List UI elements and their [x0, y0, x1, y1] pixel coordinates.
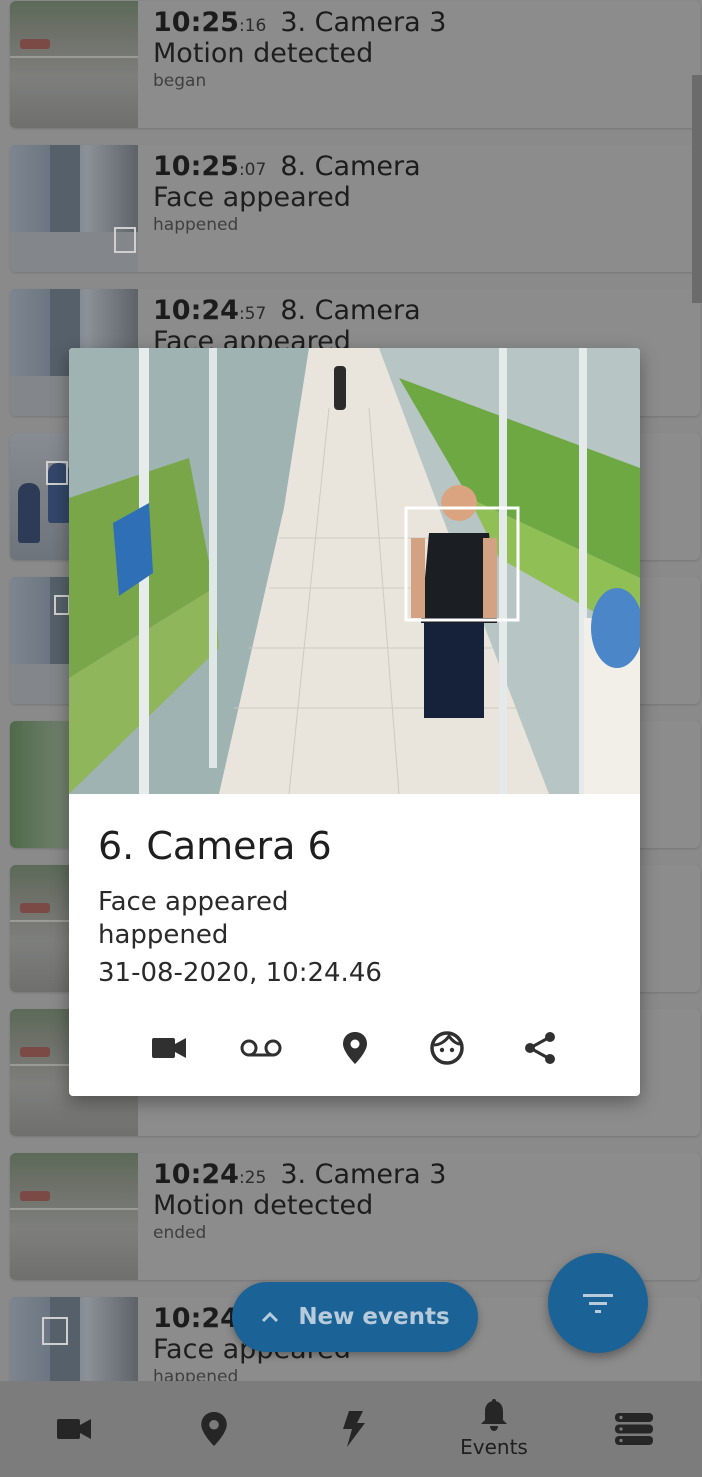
event-state: happened	[153, 215, 239, 235]
event-time: 10:24	[153, 295, 239, 326]
filter-icon	[583, 1294, 613, 1313]
location-pin-icon	[343, 1032, 367, 1064]
chevron-up-icon	[262, 1311, 279, 1323]
face-search-button[interactable]	[423, 1024, 471, 1072]
event-thumbnail	[10, 1153, 138, 1280]
event-time-seconds: :57	[238, 304, 267, 324]
lightning-icon	[343, 1411, 365, 1447]
event-camera: 8. Camera	[280, 151, 421, 182]
event-thumbnail	[10, 1297, 138, 1381]
event-type: Face appeared	[98, 887, 289, 917]
video-camera-icon	[152, 1038, 186, 1058]
voicemail-icon	[240, 1039, 282, 1057]
event-type: Face appeared	[153, 182, 351, 213]
event-type: Motion detected	[153, 1190, 374, 1221]
video-camera-icon	[57, 1419, 91, 1439]
event-time: 10:24	[153, 1303, 239, 1334]
nav-servers[interactable]	[564, 1381, 702, 1477]
event-camera: 3. Camera 3	[280, 7, 447, 38]
open-camera-button[interactable]	[145, 1024, 193, 1072]
open-archive-button[interactable]	[237, 1024, 285, 1072]
bottom-navigation: Events	[0, 1381, 702, 1477]
event-time-seconds: :07	[238, 160, 267, 180]
event-state: began	[153, 71, 207, 91]
share-button[interactable]	[516, 1024, 564, 1072]
face-box	[114, 227, 136, 253]
event-time: 10:24	[153, 1159, 239, 1190]
new-events-label: New events	[298, 1304, 450, 1330]
bell-icon	[481, 1399, 507, 1431]
event-snapshot[interactable]	[69, 348, 640, 794]
nav-map[interactable]	[144, 1381, 284, 1477]
event-card[interactable]: 10:25:07 8. Camera Face appeared happened	[10, 145, 700, 272]
share-icon	[525, 1032, 555, 1064]
event-camera: 8. Camera	[280, 295, 421, 326]
location-pin-icon	[201, 1412, 227, 1446]
server-icon	[615, 1413, 653, 1445]
face-icon	[430, 1031, 464, 1065]
event-state: happened	[153, 1367, 239, 1381]
corridor-snapshot-image	[69, 348, 640, 794]
face-box	[42, 1317, 68, 1345]
camera-name: 6. Camera 6	[98, 824, 332, 868]
face-box	[54, 595, 70, 615]
event-actions	[69, 1024, 640, 1074]
nav-events[interactable]: Events	[424, 1381, 564, 1477]
event-camera: 3. Camera 3	[280, 1159, 447, 1190]
nav-events-label: Events	[460, 1435, 528, 1459]
face-box	[46, 461, 68, 485]
scrollbar[interactable]	[692, 75, 702, 303]
new-events-button[interactable]: New events	[232, 1282, 478, 1352]
event-datetime: 31-08-2020, 10:24.46	[98, 958, 382, 988]
event-time-seconds: :25	[238, 1168, 267, 1188]
event-type: Motion detected	[153, 38, 374, 69]
event-thumbnail	[10, 145, 138, 272]
event-state: ended	[153, 1223, 207, 1243]
filter-button[interactable]	[548, 1253, 648, 1353]
event-state: happened	[98, 920, 229, 950]
event-time: 10:25	[153, 7, 239, 38]
show-on-map-button[interactable]	[331, 1024, 379, 1072]
event-time: 10:25	[153, 151, 239, 182]
event-thumbnail	[10, 1, 138, 128]
nav-alarms[interactable]	[284, 1381, 424, 1477]
nav-cameras[interactable]	[4, 1381, 144, 1477]
event-detail-dialog: 6. Camera 6 Face appeared happened 31-08…	[69, 348, 640, 1096]
event-card[interactable]: 10:25:16 3. Camera 3 Motion detected bega…	[10, 1, 700, 128]
event-time-seconds: :16	[238, 16, 267, 36]
